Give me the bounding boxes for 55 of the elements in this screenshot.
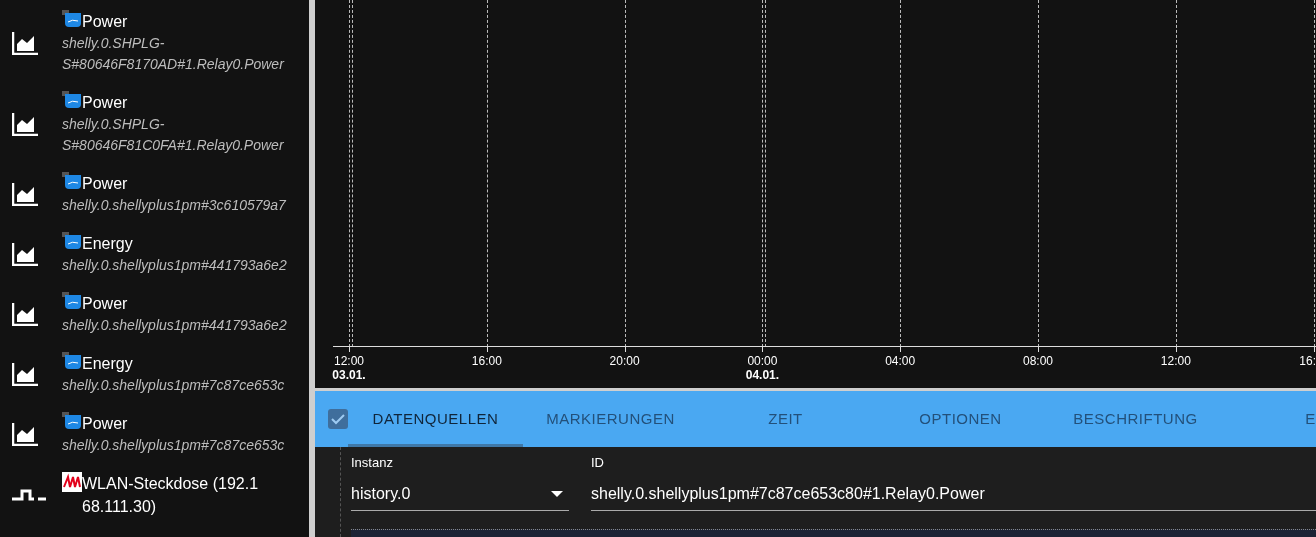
item-id: shelly.0.shellyplus1pm#3c610579a7 bbox=[62, 196, 287, 215]
axis-date-label: 03.01. bbox=[332, 368, 366, 382]
tab[interactable]: BESCHRIFTUNG bbox=[1048, 391, 1223, 447]
item-title: Power bbox=[82, 93, 129, 113]
device-icon bbox=[62, 172, 82, 190]
pulse-icon bbox=[12, 489, 46, 501]
field-label: Instanz bbox=[351, 455, 394, 471]
device-icon bbox=[62, 91, 82, 109]
logo-icon bbox=[62, 472, 82, 492]
axis-tick-label: 16:00 bbox=[471, 354, 502, 368]
item-title: Power bbox=[82, 414, 129, 434]
axis-tick-label: 04:00 bbox=[885, 354, 916, 368]
field-value: history.0 bbox=[351, 484, 411, 504]
device-icon bbox=[62, 352, 82, 370]
item-id: shelly.0.shellyplus1pm#441793a6e2 bbox=[62, 256, 288, 275]
tab[interactable]: MARKIERUNGEN bbox=[523, 391, 698, 447]
item-title: Power bbox=[82, 174, 129, 194]
area-chart-icon bbox=[12, 302, 38, 326]
device-icon bbox=[62, 412, 82, 430]
area-chart-icon bbox=[12, 30, 38, 55]
checkbox[interactable] bbox=[328, 409, 348, 429]
item-id: shelly.0.shellyplus1pm#7c87ce653c bbox=[62, 376, 286, 395]
item-id: shelly.0.SHPLG-S#80646F8170AD#1.Relay0.Power bbox=[62, 34, 286, 74]
item-id: shelly.0.shellyplus1pm#441793a6e2 bbox=[62, 316, 288, 335]
tab[interactable]: OPTIONEN bbox=[873, 391, 1048, 447]
item-title: Energy bbox=[82, 354, 134, 374]
dropdown-caret-icon bbox=[551, 491, 563, 497]
item-title: Power bbox=[82, 12, 129, 32]
axis-tick-label: 16: bbox=[1299, 354, 1316, 368]
item-id: shelly.0.SHPLG-S#80646F81C0FA#1.Relay0.Power bbox=[62, 115, 285, 155]
axis-tick-label: 12:00 bbox=[334, 354, 364, 368]
area-chart-icon bbox=[12, 111, 38, 136]
axis-date-label: 04.01. bbox=[745, 368, 780, 382]
device-icon bbox=[62, 10, 82, 28]
field-value: shelly.0.shellyplus1pm#7c87ce653c80#1.Relay0.Power bbox=[591, 484, 986, 504]
item-title: Energy bbox=[82, 234, 134, 254]
area-chart-icon bbox=[12, 362, 38, 386]
axis-tick-label: 12:00 bbox=[1160, 354, 1191, 368]
device-icon bbox=[62, 232, 82, 250]
item-title: Power bbox=[82, 294, 129, 314]
item-id: shelly.0.shellyplus1pm#7c87ce653c bbox=[62, 436, 286, 455]
axis-tick-label: 00:00 bbox=[747, 354, 778, 368]
area-chart-icon bbox=[12, 422, 38, 446]
area-chart-icon bbox=[12, 242, 38, 266]
field-label: ID bbox=[591, 455, 605, 471]
tab[interactable]: E bbox=[1223, 391, 1316, 447]
axis-tick-label: 08:00 bbox=[1023, 354, 1053, 368]
axis-tick-label: 20:00 bbox=[609, 354, 640, 368]
area-chart-icon bbox=[12, 182, 38, 206]
tab[interactable]: ZEIT bbox=[698, 391, 873, 447]
item-title: WLAN-Steckdose (192.168.111.30) bbox=[82, 474, 260, 517]
check-icon bbox=[331, 413, 345, 425]
id-field[interactable]: ID shelly.0.shellyplus1pm#7c87ce653c80#1.Relay0.Power bbox=[591, 455, 1316, 511]
device-icon bbox=[62, 292, 82, 310]
instance-select[interactable]: Instanz history.0 bbox=[351, 455, 569, 511]
